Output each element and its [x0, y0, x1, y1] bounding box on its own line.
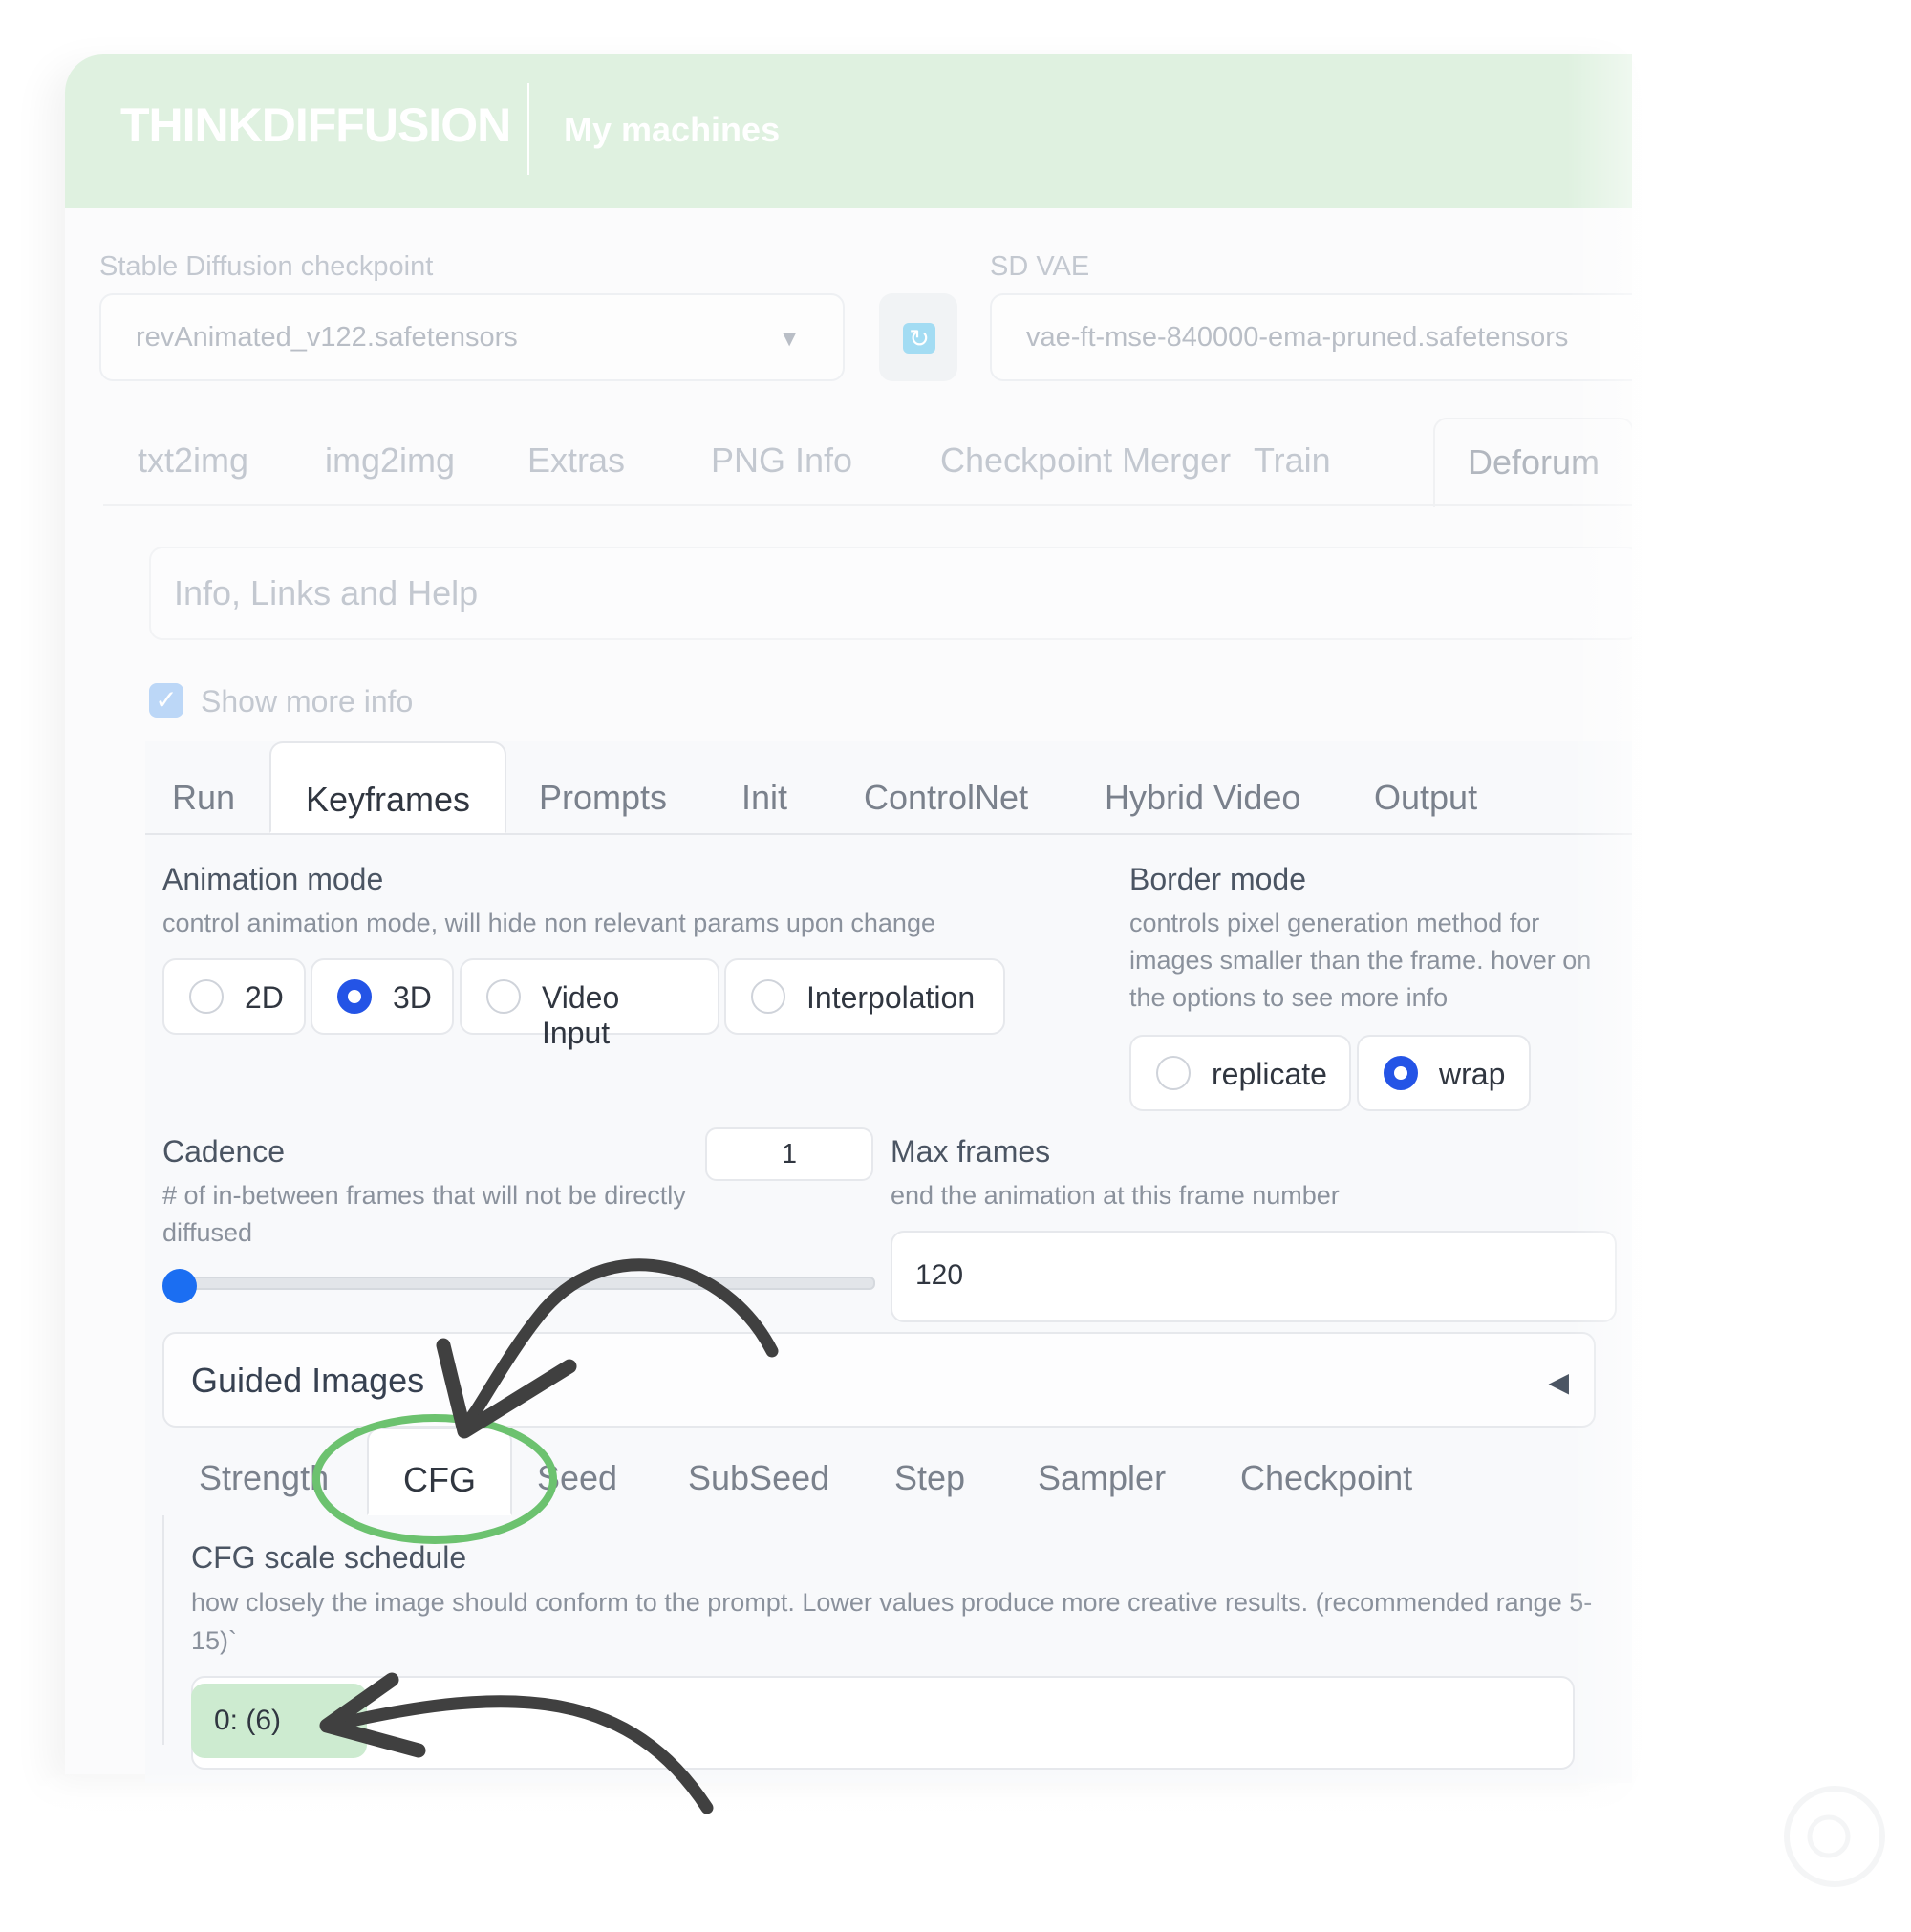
tab-txt2img[interactable]: txt2img: [138, 418, 248, 481]
refresh-checkpoints-button[interactable]: ↻: [879, 293, 957, 381]
animation-mode-video-input[interactable]: Video Input: [460, 958, 719, 1050]
border-mode-title: Border mode: [1129, 862, 1306, 896]
cfg-schedule-desc-1: how closely the image should conform to …: [191, 1588, 1593, 1617]
cfg-schedule-value-highlight: 0: (6): [191, 1684, 367, 1758]
radio-label: Interpolation: [806, 980, 976, 1015]
tab-train[interactable]: Train: [1254, 418, 1331, 481]
my-machines-link[interactable]: My machines: [564, 110, 780, 150]
tab-output[interactable]: Output: [1374, 778, 1477, 818]
cfg-schedule-input[interactable]: [191, 1676, 1575, 1770]
tab-subseed[interactable]: SubSeed: [688, 1458, 829, 1498]
refresh-icon: ↻: [903, 323, 935, 354]
radio-label: wrap: [1439, 1057, 1506, 1091]
max-frames-desc: end the animation at this frame number: [891, 1181, 1340, 1210]
tab-run[interactable]: Run: [172, 778, 235, 818]
collapse-triangle-icon: ◀: [1548, 1367, 1569, 1397]
tab-checkpoint[interactable]: Checkpoint: [1240, 1458, 1412, 1498]
guided-images-title: Guided Images: [191, 1361, 425, 1400]
tab-hybrid-video[interactable]: Hybrid Video: [1105, 778, 1300, 818]
cadence-desc-1: # of in-between frames that will not be …: [162, 1181, 686, 1210]
cadence-slider-track[interactable]: [162, 1277, 875, 1290]
radio-icon: [751, 979, 785, 1014]
border-mode-desc-3: the options to see more info: [1129, 983, 1449, 1012]
border-mode-wrap[interactable]: wrap: [1357, 1035, 1531, 1111]
vae-value: vae-ft-mse-840000-ema-pruned.safetensors: [1026, 322, 1569, 353]
radio-label: 2D: [245, 980, 284, 1015]
animation-mode-desc: control animation mode, will hide non re…: [162, 909, 935, 937]
checkpoint-value: revAnimated_v122.safetensors: [136, 322, 518, 353]
max-frames-title: Max frames: [891, 1134, 1051, 1169]
border-mode-replicate[interactable]: replicate: [1129, 1035, 1351, 1111]
border-mode-desc-1: controls pixel generation method for: [1129, 909, 1540, 937]
tab-img2img[interactable]: img2img: [325, 418, 455, 481]
checkpoint-label: Stable Diffusion checkpoint: [99, 251, 434, 282]
animation-mode-interpolation[interactable]: Interpolation: [724, 958, 1005, 1035]
info-links-help-accordion[interactable]: Info, Links and Help: [149, 547, 1632, 640]
radio-icon: [486, 979, 521, 1014]
cadence-slider-thumb[interactable]: [162, 1269, 197, 1303]
tab-sampler[interactable]: Sampler: [1038, 1458, 1166, 1498]
header-divider: [527, 83, 529, 175]
vae-label: SD VAE: [990, 251, 1090, 282]
tab-keyframes[interactable]: Keyframes: [269, 741, 507, 833]
radio-label: 3D: [393, 980, 432, 1015]
vae-select[interactable]: vae-ft-mse-840000-ema-pruned.safetensors: [990, 293, 1632, 381]
show-more-info-checkbox[interactable]: ✓: [149, 683, 183, 718]
tab-checkpoint-merger[interactable]: Checkpoint Merger: [940, 418, 1231, 481]
radio-icon: [1156, 1056, 1191, 1090]
max-frames-input[interactable]: 120: [891, 1231, 1617, 1322]
cfg-schedule-title: CFG scale schedule: [191, 1540, 467, 1575]
cfg-schedule-desc-2: 15)`: [191, 1626, 238, 1655]
tab-init[interactable]: Init: [741, 778, 787, 818]
main-tabs: txt2img img2img Extras PNG Info Checkpoi…: [103, 418, 1632, 507]
animation-mode-title: Animation mode: [162, 862, 384, 896]
cadence-desc-2: diffused: [162, 1218, 253, 1247]
tabs-divider: [103, 504, 1632, 506]
chevron-down-icon: ▼: [778, 326, 801, 352]
radio-selected-icon: [1384, 1056, 1418, 1090]
animation-mode-2d[interactable]: 2D: [162, 958, 306, 1035]
border-mode-desc-2: images smaller than the frame. hover on: [1129, 946, 1592, 975]
tab-extras[interactable]: Extras: [527, 418, 625, 481]
thinkdiffusion-logo[interactable]: THINKDIFFUSION: [120, 97, 511, 153]
tab-cfg[interactable]: CFG: [367, 1428, 512, 1515]
tab-step[interactable]: Step: [894, 1458, 965, 1498]
radio-label: Video Input: [542, 980, 620, 1050]
right-fade: [1567, 0, 1710, 1911]
checkpoint-select[interactable]: revAnimated_v122.safetensors ▼: [99, 293, 845, 381]
app-header: THINKDIFFUSION My machines: [65, 54, 1632, 208]
tab-seed[interactable]: Seed: [537, 1458, 617, 1498]
tab-png-info[interactable]: PNG Info: [711, 418, 852, 481]
radio-selected-icon: [337, 979, 372, 1014]
radio-icon: [189, 979, 224, 1014]
cadence-title: Cadence: [162, 1134, 286, 1169]
schedule-tabs: Strength CFG Seed SubSeed Step Sampler C…: [162, 1428, 1596, 1517]
tab-controlnet[interactable]: ControlNet: [864, 778, 1028, 818]
show-more-info-label: Show more info: [201, 684, 414, 719]
tab-prompts[interactable]: Prompts: [539, 778, 667, 818]
guided-images-accordion[interactable]: Guided Images ◀: [162, 1332, 1596, 1428]
radio-label: replicate: [1212, 1057, 1327, 1091]
animation-mode-3d[interactable]: 3D: [311, 958, 454, 1035]
bottom-fade: [0, 1770, 1911, 1932]
deforum-tabs: Run Keyframes Prompts Init ControlNet Hy…: [145, 741, 1632, 835]
tab-strength[interactable]: Strength: [199, 1458, 329, 1498]
cadence-number-input[interactable]: 1: [705, 1127, 873, 1181]
